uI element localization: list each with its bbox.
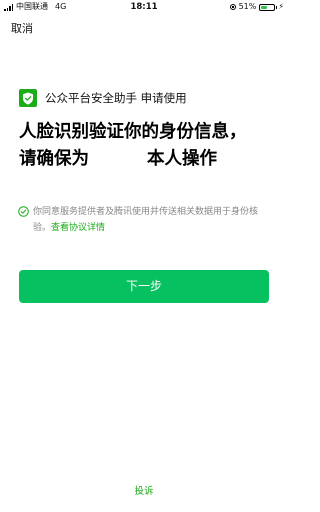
- service-header: 公众平台安全助手 申请使用: [19, 89, 187, 107]
- cancel-button[interactable]: 取消: [11, 21, 33, 37]
- charging-icon: ⚡︎: [278, 2, 284, 11]
- agreement-link[interactable]: 查看协议详情: [51, 223, 105, 233]
- title-line-2: 请确保为 本人操作: [19, 146, 279, 173]
- battery-icon: [259, 3, 278, 11]
- title-line-2-prefix: 请确保为: [19, 149, 89, 169]
- title-line-1: 人脸识别验证你的身份信息，: [19, 122, 247, 142]
- page-title: 人脸识别验证你的身份信息， 请确保为 本人操作: [19, 119, 279, 173]
- next-button[interactable]: 下一步: [19, 270, 269, 303]
- shield-check-icon: [19, 89, 37, 107]
- consent-notice: 你同意服务提供者及腾讯使用并传送相关数据用于身份核验。查看协议详情: [18, 204, 273, 236]
- status-right: 51% ⚡︎: [229, 0, 284, 14]
- consent-text-block: 你同意服务提供者及腾讯使用并传送相关数据用于身份核验。查看协议详情: [33, 204, 273, 236]
- service-name: 公众平台安全助手 申请使用: [45, 91, 187, 105]
- rotation-lock-icon: [229, 4, 236, 10]
- status-bar: 中国联通 4G 18:11 51% ⚡︎: [0, 0, 288, 14]
- title-line-2-suffix: 本人操作: [147, 149, 217, 169]
- complaint-link[interactable]: 投诉: [0, 483, 288, 497]
- battery-fill: [261, 5, 268, 9]
- battery-percent: 51%: [238, 2, 257, 11]
- screen: 中国联通 4G 18:11 51% ⚡︎ 取消 公众平台安全助手 申请使用 人脸…: [0, 0, 288, 512]
- check-circle-icon[interactable]: [18, 206, 29, 217]
